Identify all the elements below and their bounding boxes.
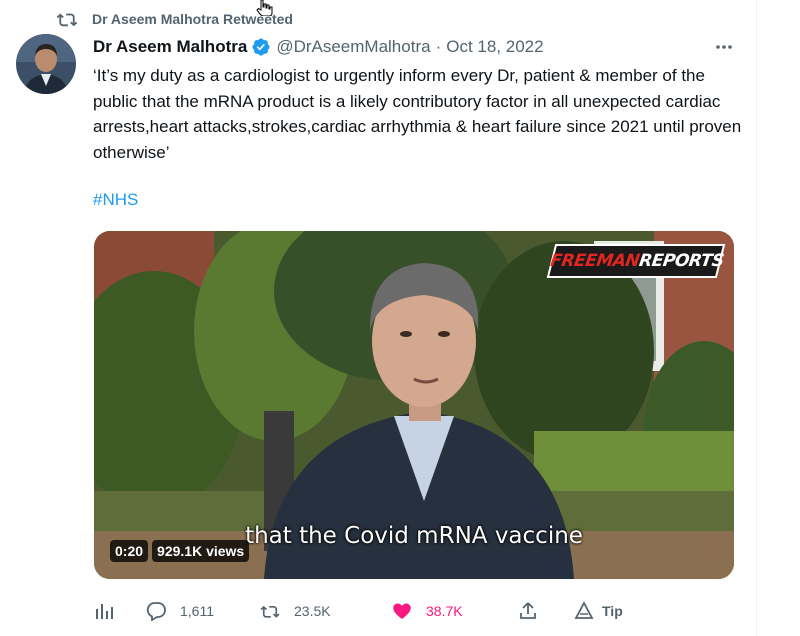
tip-label: Tip xyxy=(602,603,623,619)
tip-button[interactable]: Tip xyxy=(574,598,623,624)
like-button[interactable]: 38.7K xyxy=(392,598,463,624)
reply-count: 1,611 xyxy=(180,603,214,619)
tweet-date[interactable]: Oct 18, 2022 xyxy=(446,37,543,57)
video-player[interactable]: FREEMAN REPORTS that the Covid mRNA vacci… xyxy=(94,231,734,579)
analytics-icon xyxy=(96,604,113,619)
freeman-reports-logo: FREEMAN REPORTS xyxy=(549,245,725,277)
video-duration: 0:20 xyxy=(110,540,149,562)
video-info: 0:20 929.1K views xyxy=(110,540,250,562)
heart-filled-icon xyxy=(393,603,411,619)
retweet-count: 23.5K xyxy=(294,603,331,619)
like-count: 38.7K xyxy=(426,603,463,619)
tweet-text: ‘It’s my duty as a cardiologist to urgen… xyxy=(93,66,742,162)
logo-part-2: REPORTS xyxy=(637,251,725,271)
separator-dot: · xyxy=(435,37,442,56)
retweet-action-icon xyxy=(260,605,280,618)
retweet-button[interactable]: 23.5K xyxy=(260,598,331,624)
reply-button[interactable]: 1,611 xyxy=(146,598,214,624)
share-icon xyxy=(520,602,536,619)
reply-icon xyxy=(146,602,166,621)
tweet-header: Dr Aseem Malhotra @DrAseemMalhotra · Oct… xyxy=(93,36,544,58)
author-avatar[interactable] xyxy=(16,34,76,94)
share-button[interactable] xyxy=(518,598,538,624)
hand-cursor-icon xyxy=(256,0,273,16)
logo-part-1: FREEMAN xyxy=(549,251,641,271)
hashtag-link[interactable]: #NHS xyxy=(93,190,138,210)
timeline-border xyxy=(756,0,757,636)
tweet-actions: 1,611 23.5K 38.7K Tip xyxy=(94,598,744,624)
retweet-icon xyxy=(56,13,78,27)
video-views: 929.1K views xyxy=(152,540,250,562)
author-handle[interactable]: @DrAseemMalhotra xyxy=(276,37,430,57)
more-icon xyxy=(716,45,732,49)
analytics-button[interactable] xyxy=(94,598,114,624)
more-options-button[interactable] xyxy=(712,36,736,58)
author-name[interactable]: Dr Aseem Malhotra xyxy=(93,37,247,57)
tip-icon xyxy=(574,601,594,619)
verified-badge-icon xyxy=(252,38,270,56)
